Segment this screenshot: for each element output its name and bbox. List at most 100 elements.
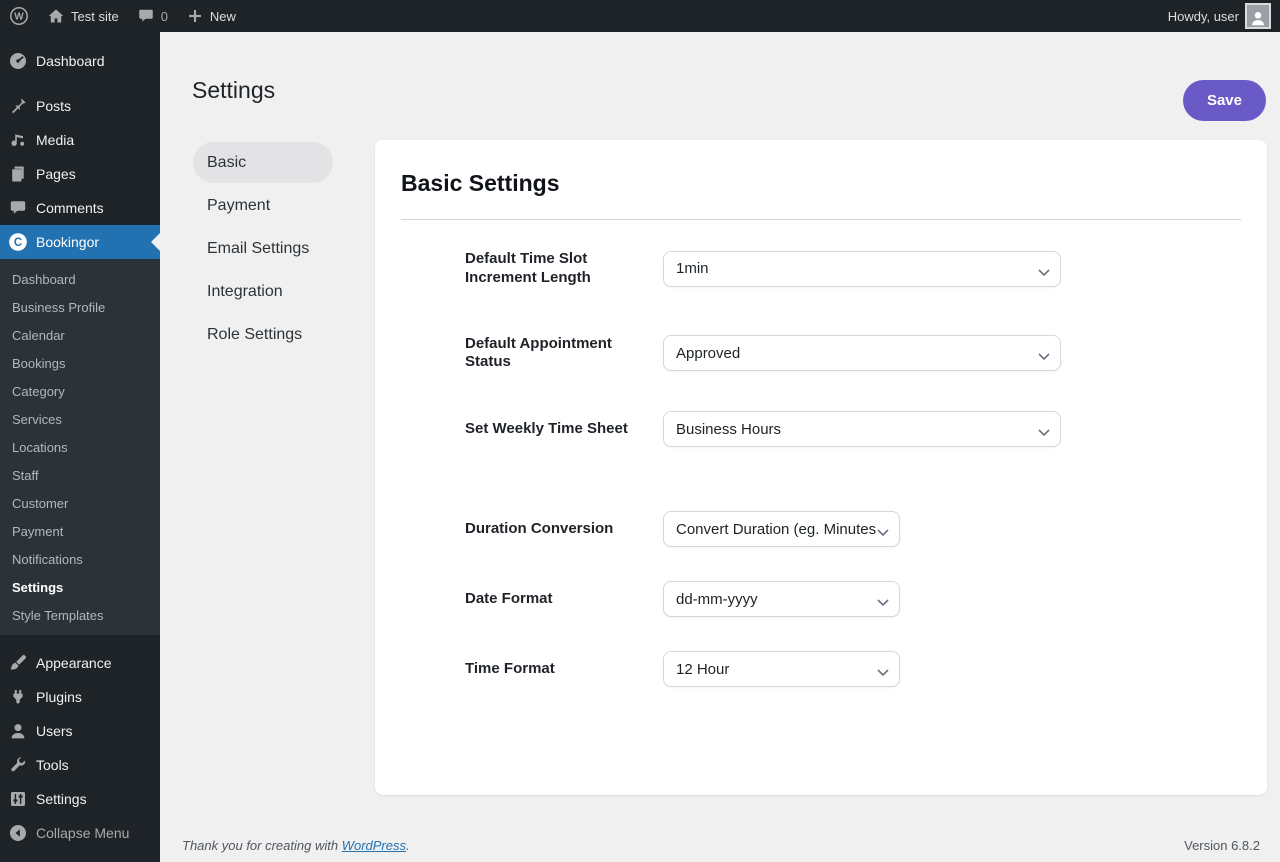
submenu-category[interactable]: Category <box>0 377 160 405</box>
media-icon <box>8 130 28 150</box>
sidebar-item-tools[interactable]: Tools <box>0 748 160 782</box>
plus-icon <box>186 7 204 25</box>
weekly-time-sheet-select[interactable]: Business Hours <box>663 411 1061 447</box>
duration-conversion-select[interactable]: Convert Duration (eg. Minutes <box>663 511 900 547</box>
field-row-duration-conversion: Duration Conversion Convert Duration (eg… <box>465 511 1241 547</box>
svg-text:C: C <box>14 237 22 249</box>
sidebar-item-dashboard[interactable]: Dashboard <box>0 44 160 78</box>
wordpress-logo-icon: W <box>9 6 29 26</box>
sidebar-item-label: Comments <box>36 200 104 216</box>
field-label: Default Appointment Status <box>465 335 663 373</box>
sidebar-item-label: Plugins <box>36 689 82 705</box>
tab-role-settings[interactable]: Role Settings <box>193 314 333 355</box>
appointment-status-select[interactable]: Approved <box>663 335 1061 371</box>
basic-settings-panel: Basic Settings Default Time Slot Increme… <box>375 140 1267 795</box>
field-label: Time Format <box>465 660 663 679</box>
pin-icon <box>8 96 28 116</box>
active-menu-arrow <box>151 233 160 251</box>
submenu-business-profile[interactable]: Business Profile <box>0 293 160 321</box>
visit-site-link[interactable]: Test site <box>38 0 128 32</box>
wrench-icon <box>8 755 28 775</box>
sidebar-item-settings[interactable]: Settings <box>0 782 160 816</box>
svg-text:W: W <box>14 12 24 23</box>
panel-heading: Basic Settings <box>401 170 1241 197</box>
sidebar-item-comments[interactable]: Comments <box>0 191 160 225</box>
user-icon <box>8 721 28 741</box>
field-label: Duration Conversion <box>465 520 663 539</box>
tab-integration[interactable]: Integration <box>193 271 333 312</box>
sidebar-item-users[interactable]: Users <box>0 714 160 748</box>
sidebar-item-label: Posts <box>36 98 71 114</box>
site-name: Test site <box>71 9 119 24</box>
sidebar-item-plugins[interactable]: Plugins <box>0 680 160 714</box>
field-row-appointment-status: Default Appointment Status Approved <box>465 335 1241 373</box>
field-row-time-slot: Default Time Slot Increment Length 1min <box>465 250 1241 288</box>
footer-thanks-suffix: . <box>406 838 410 853</box>
submenu-notifications[interactable]: Notifications <box>0 545 160 573</box>
sliders-icon <box>8 789 28 809</box>
sidebar-item-posts[interactable]: Posts <box>0 89 160 123</box>
wordpress-link[interactable]: WordPress <box>342 838 406 853</box>
tab-payment[interactable]: Payment <box>193 185 333 226</box>
field-label: Default Time Slot Increment Length <box>465 250 663 288</box>
main-content: Settings Save Basic Payment Email Settin… <box>160 32 1280 862</box>
time-format-select[interactable]: 12 Hour <box>663 651 900 687</box>
submenu-customer[interactable]: Customer <box>0 489 160 517</box>
submenu-calendar[interactable]: Calendar <box>0 321 160 349</box>
avatar <box>1245 3 1271 29</box>
tab-basic[interactable]: Basic <box>193 142 333 183</box>
save-button[interactable]: Save <box>1183 80 1266 121</box>
submenu-settings[interactable]: Settings <box>0 573 160 601</box>
submenu-dashboard[interactable]: Dashboard <box>0 265 160 293</box>
sidebar-item-label: Pages <box>36 166 76 182</box>
sidebar-item-label: Settings <box>36 791 87 807</box>
sidebar-item-pages[interactable]: Pages <box>0 157 160 191</box>
comments-count: 0 <box>161 9 168 24</box>
new-label: New <box>210 9 236 24</box>
wordpress-logo-menu[interactable]: W <box>0 0 38 32</box>
tab-email-settings[interactable]: Email Settings <box>193 228 333 269</box>
date-format-select[interactable]: dd-mm-yyyy <box>663 581 900 617</box>
submenu-payment[interactable]: Payment <box>0 517 160 545</box>
submenu-bookings[interactable]: Bookings <box>0 349 160 377</box>
submenu-services[interactable]: Services <box>0 405 160 433</box>
sidebar-item-label: Users <box>36 723 73 739</box>
settings-tabs: Basic Payment Email Settings Integration… <box>193 142 333 357</box>
footer-thanks-text: Thank you for creating with <box>182 838 342 853</box>
sidebar-item-collapse-menu[interactable]: Collapse Menu <box>0 816 160 850</box>
sidebar-item-appearance[interactable]: Appearance <box>0 646 160 680</box>
account-menu[interactable]: Howdy, user <box>1159 0 1280 32</box>
field-row-time-format: Time Format 12 Hour <box>465 651 1241 687</box>
field-row-date-format: Date Format dd-mm-yyyy <box>465 581 1241 617</box>
sidebar-item-label: Collapse Menu <box>36 825 129 841</box>
sidebar-item-bookingor[interactable]: C Bookingor <box>0 225 160 259</box>
time-slot-increment-select[interactable]: 1min <box>663 251 1061 287</box>
home-icon <box>47 7 65 25</box>
brush-icon <box>8 653 28 673</box>
bookingor-submenu: Dashboard Business Profile Calendar Book… <box>0 259 160 635</box>
sidebar-item-label: Media <box>36 132 74 148</box>
comment-bubble-icon <box>137 7 155 25</box>
collapse-icon <box>8 823 28 843</box>
version-text: Version 6.8.2 <box>1184 838 1260 853</box>
submenu-staff[interactable]: Staff <box>0 461 160 489</box>
sidebar-item-media[interactable]: Media <box>0 123 160 157</box>
field-label: Date Format <box>465 590 663 609</box>
sidebar-item-label: Bookingor <box>36 234 99 250</box>
comments-shortcut[interactable]: 0 <box>128 0 177 32</box>
field-label: Set Weekly Time Sheet <box>465 420 663 439</box>
submenu-locations[interactable]: Locations <box>0 433 160 461</box>
howdy-text: Howdy, user <box>1168 9 1239 24</box>
plug-icon <box>8 687 28 707</box>
admin-footer: Thank you for creating with WordPress. V… <box>182 838 1260 853</box>
admin-bar: W Test site 0 New Howdy, user <box>0 0 1280 32</box>
footer-thanks: Thank you for creating with WordPress. <box>182 838 410 853</box>
bookingor-icon: C <box>8 232 28 252</box>
sidebar-separator <box>0 78 160 89</box>
sidebar-item-label: Appearance <box>36 655 112 671</box>
dashboard-icon <box>8 51 28 71</box>
submenu-style-templates[interactable]: Style Templates <box>0 601 160 629</box>
comments-icon <box>8 198 28 218</box>
new-content-menu[interactable]: New <box>177 0 245 32</box>
sidebar-item-label: Tools <box>36 757 69 773</box>
